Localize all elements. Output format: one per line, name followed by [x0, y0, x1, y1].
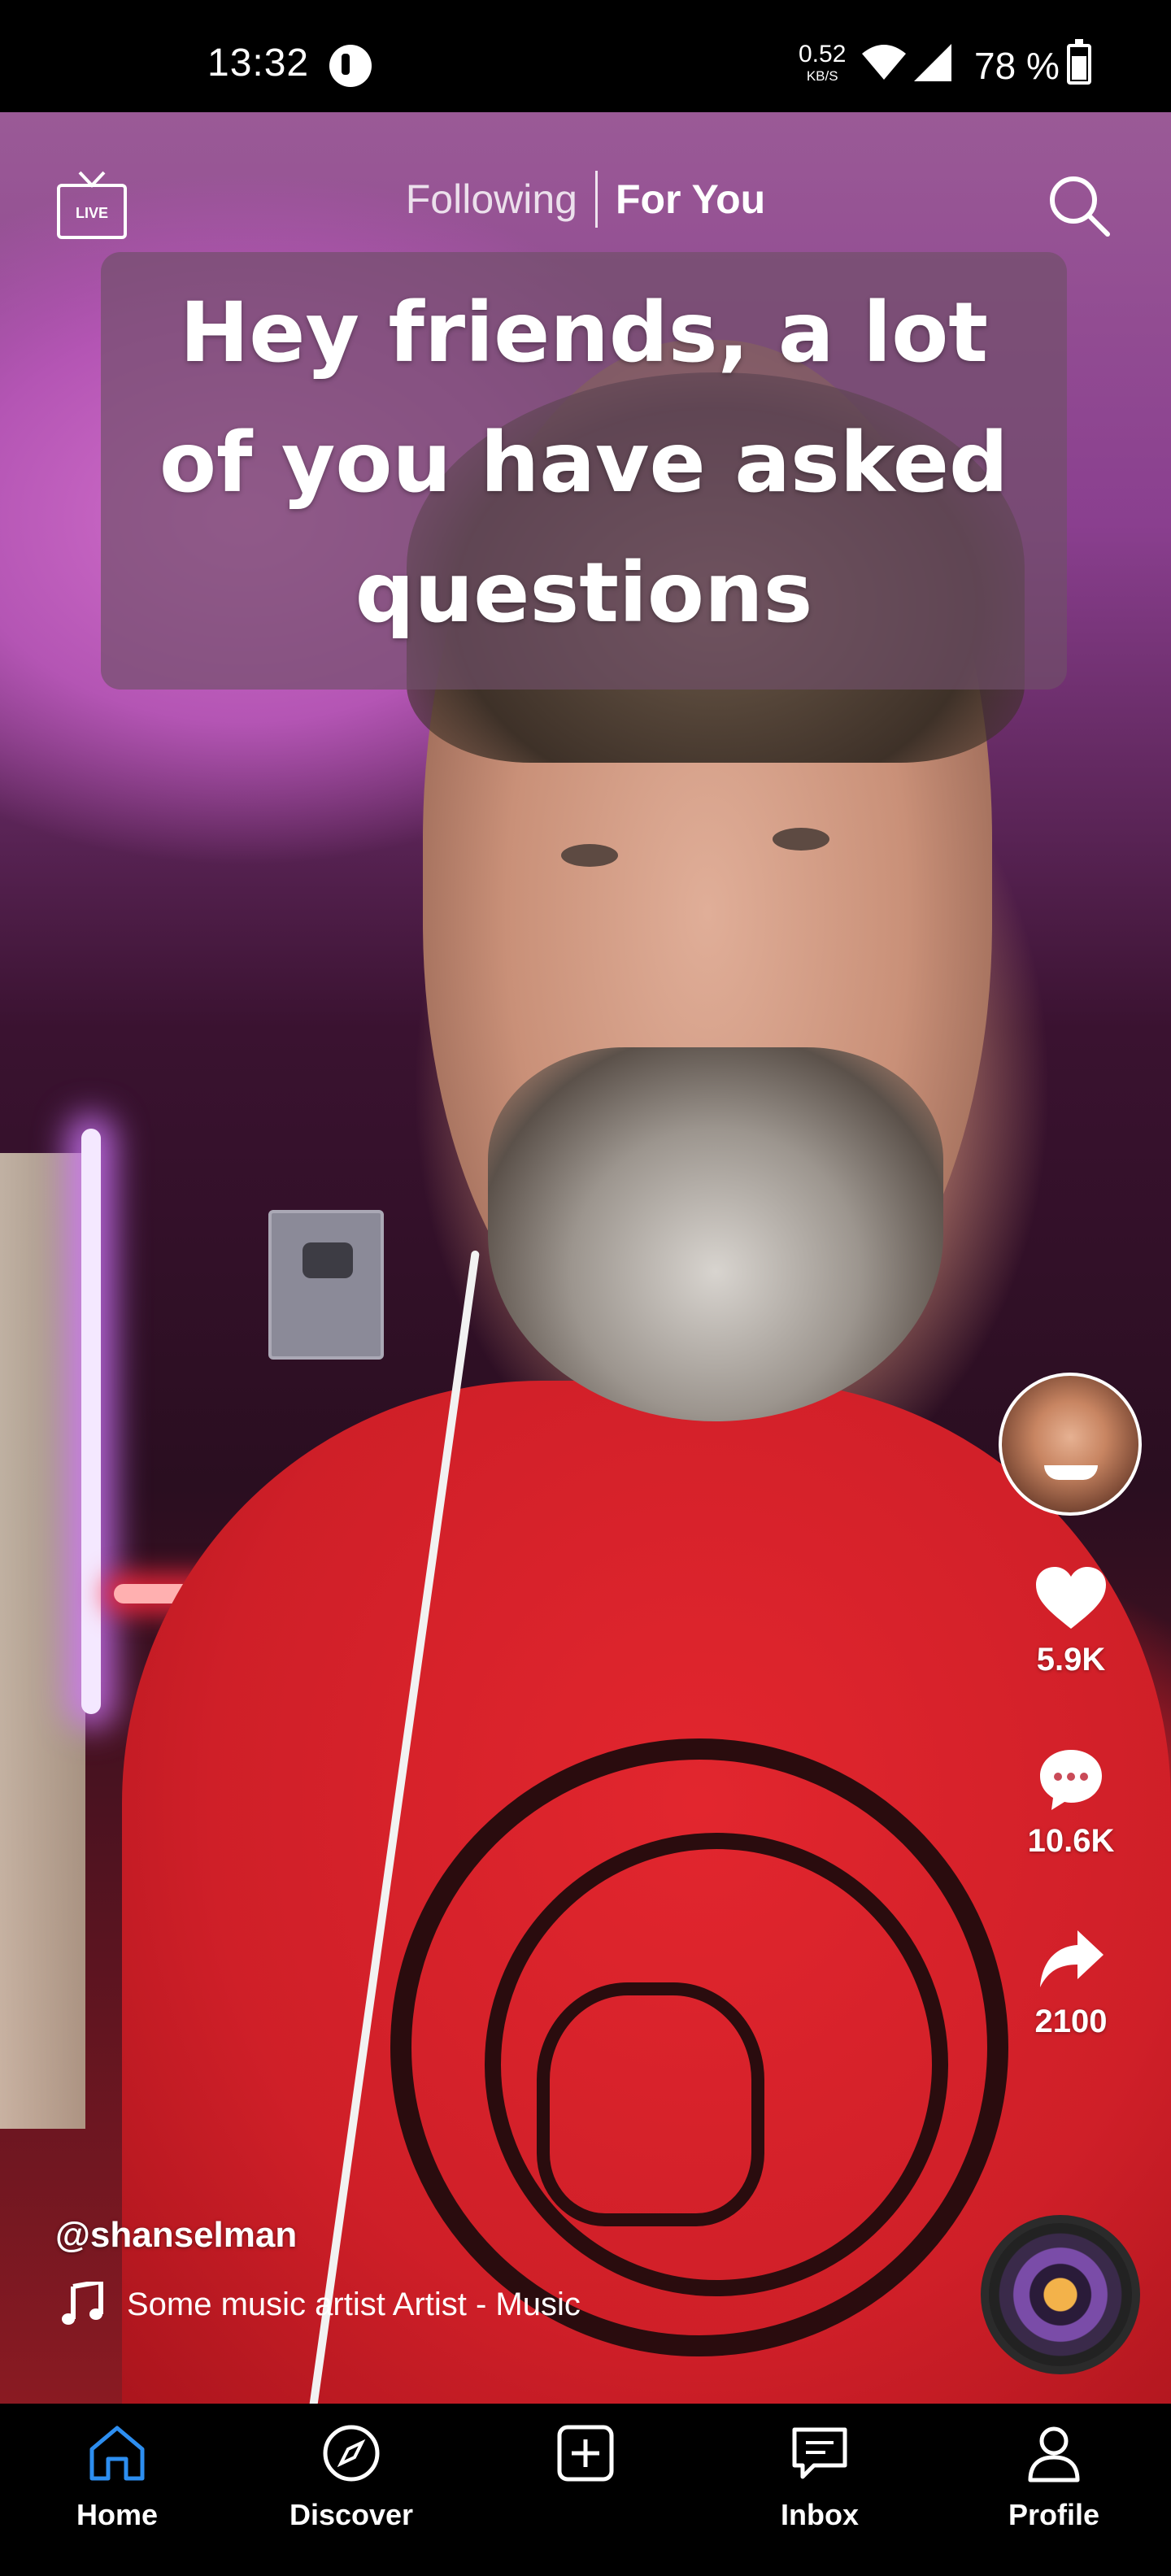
nav-inbox[interactable]: Inbox [703, 2404, 937, 2576]
music-note-icon [62, 2282, 103, 2325]
network-speed-unit: KB/S [806, 68, 838, 84]
person-eye-left [561, 844, 618, 867]
tab-following[interactable]: Following [406, 176, 595, 223]
search-icon[interactable] [1046, 172, 1111, 237]
battery-icon [1067, 39, 1091, 85]
like-button[interactable]: 5.9K [986, 1565, 1156, 1678]
network-speed-value: 0.52 [799, 41, 847, 67]
plus-square-icon [557, 2425, 614, 2482]
message-icon [792, 2427, 847, 2479]
battery-percent: 78 % [974, 45, 1060, 87]
network-speed: 0.52 KB/S [799, 41, 847, 84]
status-bar: 13:32 0.52 KB/S 78 % [0, 0, 1171, 112]
wifi-icon [862, 44, 906, 85]
comment-count: 10.6K [1027, 1823, 1115, 1859]
person-eye-right [773, 828, 829, 851]
person-beard [488, 1047, 943, 1421]
music-info[interactable]: Some music artist Artist - Music [62, 2282, 581, 2327]
nav-profile-label: Profile [1008, 2498, 1100, 2531]
status-time: 13:32 [207, 41, 310, 85]
nav-profile[interactable]: Profile [937, 2404, 1171, 2576]
user-icon [1028, 2426, 1080, 2482]
creator-avatar[interactable] [999, 1373, 1142, 1516]
creator-username[interactable]: @shanselman [55, 2215, 297, 2256]
notification-app-icon [329, 45, 372, 87]
background-plaque [268, 1210, 384, 1360]
nav-home-label: Home [76, 2498, 159, 2531]
nav-discover-label: Discover [289, 2498, 414, 2531]
comment-button[interactable]: 10.6K [986, 1747, 1156, 1860]
cellular-signal-icon [912, 42, 953, 87]
background-light [81, 1129, 101, 1714]
home-icon [89, 2426, 145, 2481]
nav-inbox-label: Inbox [781, 2498, 859, 2531]
heart-icon [1036, 1567, 1106, 1629]
like-count: 5.9K [1036, 1642, 1106, 1677]
shirt-fist-graphic [537, 1982, 764, 2226]
bottom-nav: Home Discover Inbox Profile [0, 2404, 1171, 2576]
share-button[interactable]: 2100 [986, 1927, 1156, 2040]
nav-create[interactable] [468, 2404, 703, 2576]
background-shelf [0, 1153, 85, 2129]
music-disc-icon[interactable] [981, 2215, 1140, 2374]
nav-discover[interactable]: Discover [234, 2404, 468, 2576]
video-caption: Hey friends, a lot of you have asked que… [159, 285, 1009, 642]
comment-icon [1040, 1750, 1102, 1810]
feed-tabs: Following For You [0, 171, 1171, 228]
compass-icon [323, 2425, 380, 2482]
tab-for-you[interactable]: For You [598, 176, 765, 223]
music-title: Some music artist Artist - Music [127, 2286, 581, 2322]
nav-home[interactable]: Home [0, 2404, 234, 2576]
share-count: 2100 [1034, 2004, 1108, 2039]
share-icon [1040, 1930, 1104, 1987]
